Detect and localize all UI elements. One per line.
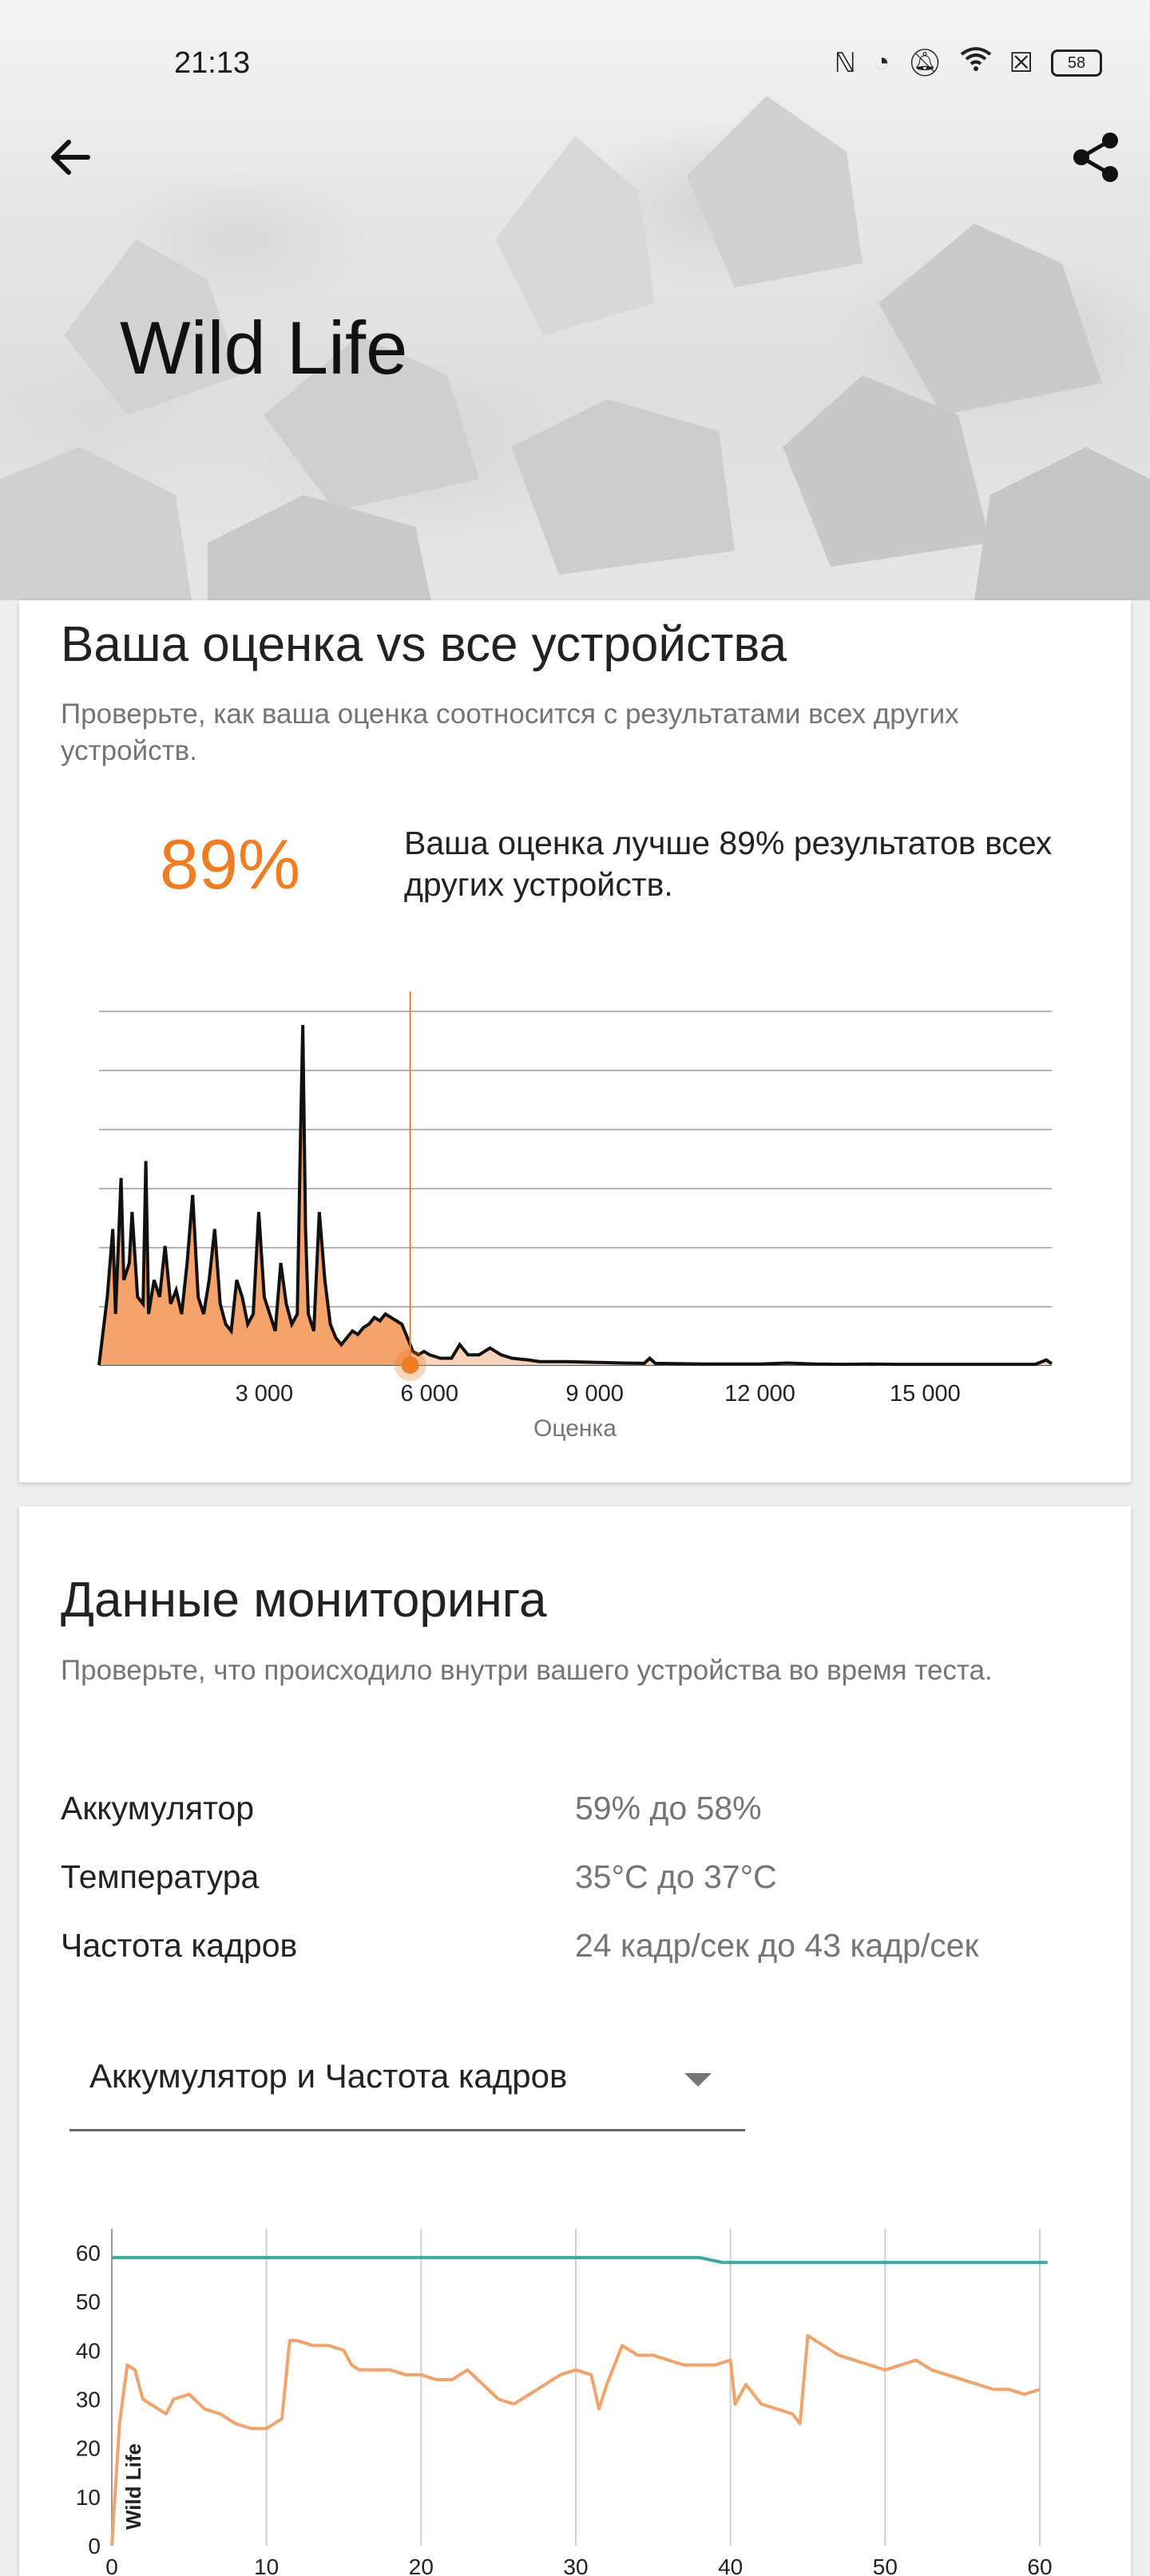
status-bar: 21:13 ℕ ◔ 🔕︎ ☒ 58 (0, 0, 1150, 128)
x-tick-label: 6 000 (400, 1381, 458, 1407)
arrow-back-icon (51, 140, 90, 175)
back-button[interactable] (40, 128, 99, 187)
y-tick-label: 50 (76, 2289, 101, 2314)
y-tick-label: 60 (76, 2241, 101, 2265)
x-tick-label: 0 (105, 2554, 118, 2576)
x-tick-label: 10 (254, 2554, 279, 2576)
nfc-icon: ℕ (834, 47, 856, 78)
sim-blocked-icon: ☒ (1009, 47, 1033, 78)
y-tick-label: 0 (88, 2534, 101, 2558)
battery-icon: 58 (1051, 49, 1102, 77)
status-icons: ℕ ◔ 🔕︎ ☒ 58 (835, 46, 1102, 79)
monitoring-chart: 0 10 20 30 40 50 60 0 10 20 30 40 50 60 Wild Life (76, 2229, 1053, 2576)
monitoring-card: Данные мониторинга Проверьте, что происх… (19, 1506, 1131, 2576)
y-tick-label: 30 (76, 2388, 101, 2412)
x-tick-label: 40 (718, 2554, 743, 2576)
y-tick-label: 20 (76, 2436, 101, 2461)
user-score-dot (401, 1356, 419, 1374)
x-tick-label: 30 (563, 2554, 588, 2576)
x-axis-label: Оценка (533, 1415, 617, 1442)
battery-series-line (112, 2256, 1048, 2265)
x-tick-label: 15 000 (890, 1381, 961, 1407)
speedometer-icon: ◔ (873, 47, 890, 77)
score-distribution-chart: 3 000 6 000 9 000 12 000 15 000 Оценка (97, 991, 1053, 1442)
series-inner-label: Wild Life (121, 2443, 145, 2530)
x-tick-label: 12 000 (724, 1381, 795, 1407)
mute-icon: 🔕︎ (907, 47, 942, 78)
x-tick-label: 50 (873, 2554, 898, 2576)
x-tick-label: 20 (409, 2554, 434, 2576)
comparison-card: Ваша оценка vs все устройства Проверьте,… (19, 600, 1131, 1482)
page-title: Wild Life (120, 306, 408, 390)
share-button[interactable] (1067, 128, 1126, 187)
share-icon (1073, 133, 1118, 182)
wifi-icon (960, 46, 992, 79)
x-tick-label: 9 000 (565, 1381, 624, 1407)
y-tick-label: 10 (76, 2485, 101, 2510)
status-time: 21:13 (174, 46, 251, 80)
header-background: 21:13 ℕ ◔ 🔕︎ ☒ 58 Wild Life (0, 0, 1150, 600)
x-tick-label: 3 000 (236, 1381, 294, 1407)
y-tick-label: 40 (76, 2338, 101, 2363)
x-tick-label: 60 (1027, 2554, 1052, 2576)
